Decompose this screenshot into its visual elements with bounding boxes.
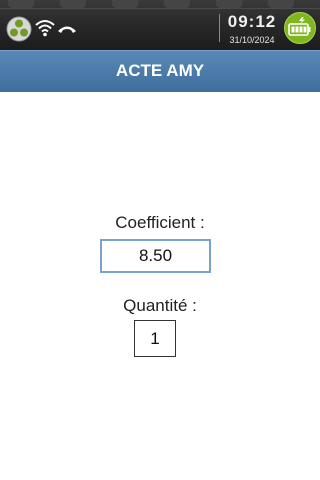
date: 31/10/2024 — [229, 35, 275, 45]
coefficient-label: Coefficient : — [115, 213, 205, 232]
clock: 09:12 — [227, 12, 277, 31]
quantity-label: Quantité : — [123, 296, 197, 315]
wifi-icon — [35, 20, 55, 37]
coefficient-input[interactable]: 8.50 — [100, 239, 211, 273]
battery-charging-icon — [284, 12, 316, 44]
phone-hangup-icon — [58, 26, 76, 33]
status-bar-edge — [0, 0, 320, 8]
title-bar: ACTE AMY — [0, 50, 320, 92]
network-icon — [6, 16, 32, 42]
status-bar: 09:12 31/10/2024 — [0, 0, 320, 50]
status-bar-highlight — [0, 8, 320, 9]
quantity-input[interactable]: 1 — [134, 320, 176, 357]
page-title: ACTE AMY — [115, 61, 205, 80]
status-divider — [219, 14, 220, 42]
